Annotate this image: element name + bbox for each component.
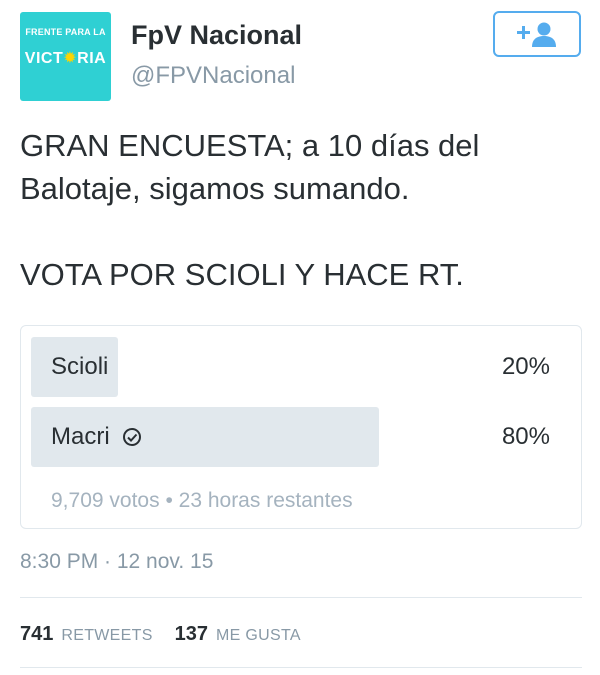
sun-icon: ✹	[63, 50, 78, 67]
tweet-timestamp[interactable]: 8:30 PM · 12 nov. 15	[20, 550, 213, 574]
poll-remaining: 23 horas restantes	[178, 489, 353, 512]
avatar-logo-left: VICT	[24, 50, 64, 67]
user-handle[interactable]: @FPVNacional	[131, 62, 295, 90]
avatar-top-text: FRENTE PARA LA	[25, 27, 106, 37]
avatar[interactable]: FRENTE PARA LA VICT✹RIA	[20, 12, 111, 101]
poll-choice-percent: 80%	[501, 423, 550, 450]
poll-separator: •	[165, 489, 173, 512]
display-name[interactable]: FpV Nacional	[131, 20, 302, 51]
likes-label[interactable]: ME GUSTA	[216, 627, 301, 645]
retweets-label[interactable]: RETWEETS	[61, 627, 152, 645]
tweet-text: GRAN ENCUESTA; a 10 días del Balotaje, s…	[20, 128, 480, 292]
divider	[20, 597, 582, 598]
tweet-stats: 741 RETWEETS 137 ME GUSTA	[20, 623, 301, 646]
check-circle-icon	[122, 427, 142, 447]
follow-button[interactable]	[493, 11, 581, 57]
poll-meta: 9,709 votos • 23 horas restantes	[51, 489, 353, 513]
poll-votes: 9,709 votos	[51, 489, 160, 512]
poll-choice-label: Scioli	[51, 353, 109, 380]
poll-choice-macri: Macri 80%	[31, 407, 571, 467]
avatar-logo-text: VICT✹RIA	[20, 48, 111, 68]
avatar-logo-right: RIA	[77, 50, 107, 67]
likes-count[interactable]: 137	[175, 623, 208, 646]
divider	[20, 667, 582, 668]
poll-choice-percent: 20%	[501, 353, 550, 380]
poll-choice-label: Macri	[51, 407, 142, 467]
retweets-count[interactable]: 741	[20, 623, 53, 646]
poll-card: Scioli 20% Macri 80% 9,709 votos • 23 ho…	[20, 325, 582, 529]
add-user-icon	[517, 22, 556, 47]
poll-choice-scioli: Scioli 20%	[31, 337, 571, 397]
